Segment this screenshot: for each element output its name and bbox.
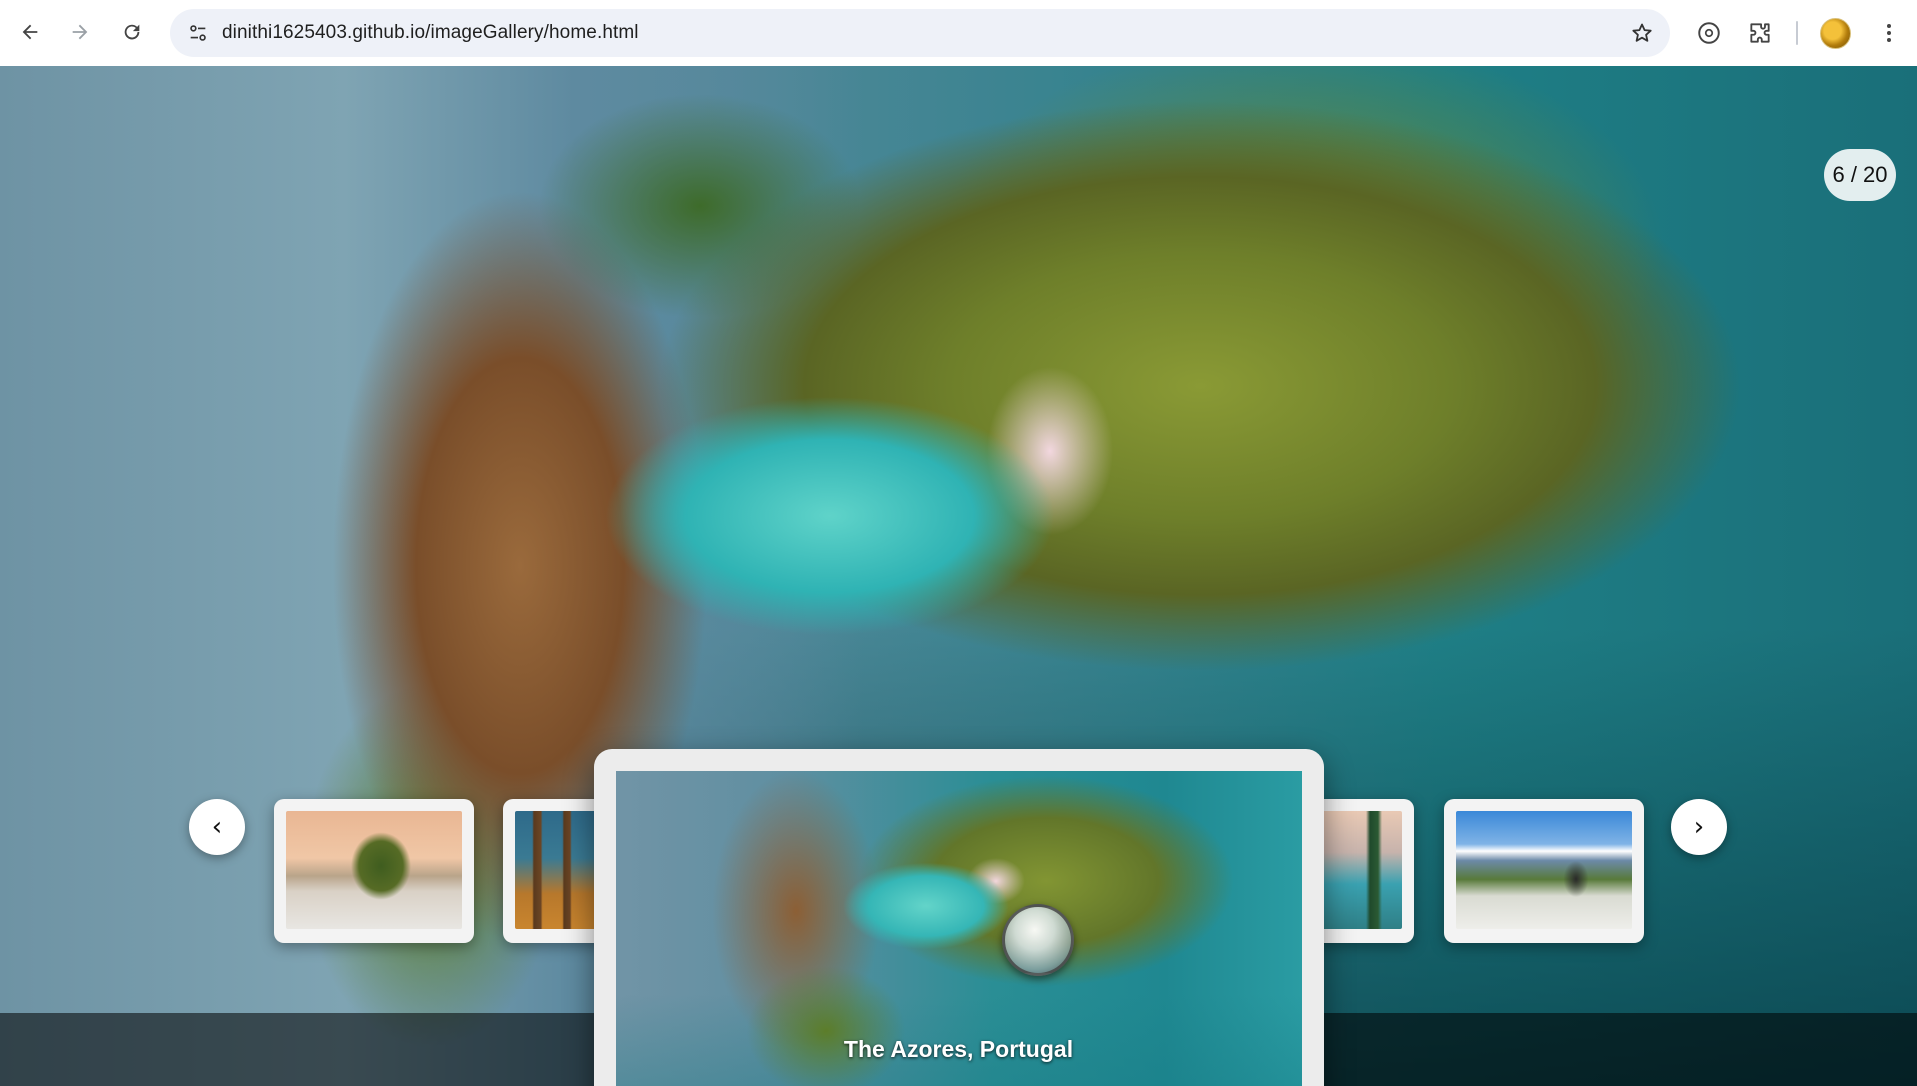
star-icon[interactable] [1630, 21, 1654, 45]
back-button[interactable] [12, 14, 48, 50]
extensions-button[interactable] [1742, 15, 1778, 51]
thumbnail-image [515, 811, 601, 929]
address-bar[interactable]: dinithi1625403.github.io/imageGallery/ho… [170, 9, 1670, 57]
site-info-button[interactable] [182, 17, 214, 49]
prev-button[interactable]: ‹ [189, 799, 245, 855]
thumbnail-image [1456, 811, 1632, 929]
kebab-menu-icon [1887, 24, 1891, 42]
active-thumbnail[interactable] [594, 749, 1324, 1086]
browser-toolbar: dinithi1625403.github.io/imageGallery/ho… [0, 0, 1917, 66]
toolbar-separator [1796, 21, 1798, 45]
tune-icon [190, 25, 206, 41]
next-button[interactable]: › [1671, 799, 1727, 855]
arrow-left-icon [22, 24, 38, 40]
thumbnail-limestone-islands[interactable] [274, 799, 474, 943]
gallery-viewport: 6 / 20 ‹ › The Azores, Portugal [0, 66, 1917, 1086]
reload-button[interactable] [114, 14, 150, 50]
avatar[interactable] [1820, 18, 1851, 49]
slide-counter: 6 / 20 [1824, 149, 1896, 201]
url-text[interactable]: dinithi1625403.github.io/imageGallery/ho… [222, 9, 639, 57]
arrow-right-icon [72, 24, 88, 40]
browser-menu-button[interactable] [1871, 15, 1907, 51]
thumbnail-coastal-mountain[interactable] [1444, 799, 1644, 943]
active-image [616, 771, 1302, 1086]
puzzle-icon [1750, 23, 1770, 43]
magnifier-icon[interactable] [1002, 904, 1074, 976]
thumbnail-mountain-lake[interactable] [1310, 799, 1414, 943]
lens-extension-button[interactable] [1691, 15, 1727, 51]
thumbnail-image [286, 811, 462, 929]
thumbnail-image [1322, 811, 1402, 929]
lens-icon [1698, 22, 1720, 44]
reload-icon [124, 24, 140, 40]
forward-button[interactable] [62, 14, 98, 50]
